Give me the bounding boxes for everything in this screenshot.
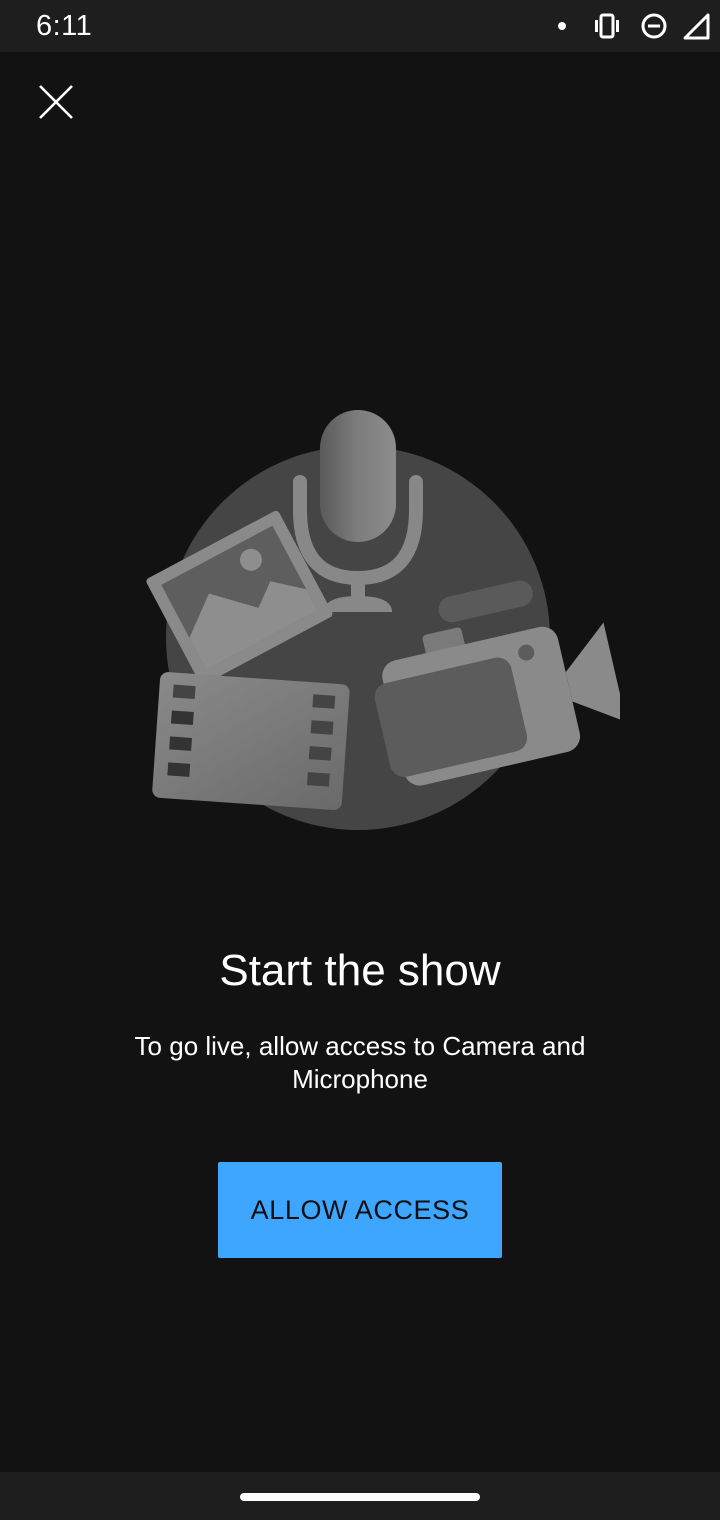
status-time: 6:11 bbox=[36, 10, 93, 42]
cellular-signal-icon bbox=[683, 13, 710, 40]
headline: Start the show bbox=[219, 946, 501, 995]
vibrate-icon bbox=[595, 13, 619, 39]
do-not-disturb-icon bbox=[641, 13, 667, 39]
status-bar: 6:11 bbox=[0, 0, 720, 52]
navigation-bar bbox=[0, 1472, 720, 1520]
permission-description: To go live, allow access to Camera and M… bbox=[134, 1031, 586, 1094]
close-icon bbox=[39, 85, 73, 119]
notification-dot-icon bbox=[558, 22, 566, 30]
film-strip-icon bbox=[152, 672, 350, 811]
home-gesture-handle[interactable] bbox=[240, 1493, 480, 1501]
status-icons bbox=[460, 0, 720, 52]
allow-access-button[interactable]: ALLOW ACCESS bbox=[218, 1162, 502, 1258]
close-button[interactable] bbox=[28, 74, 84, 130]
media-illustration bbox=[146, 410, 620, 830]
